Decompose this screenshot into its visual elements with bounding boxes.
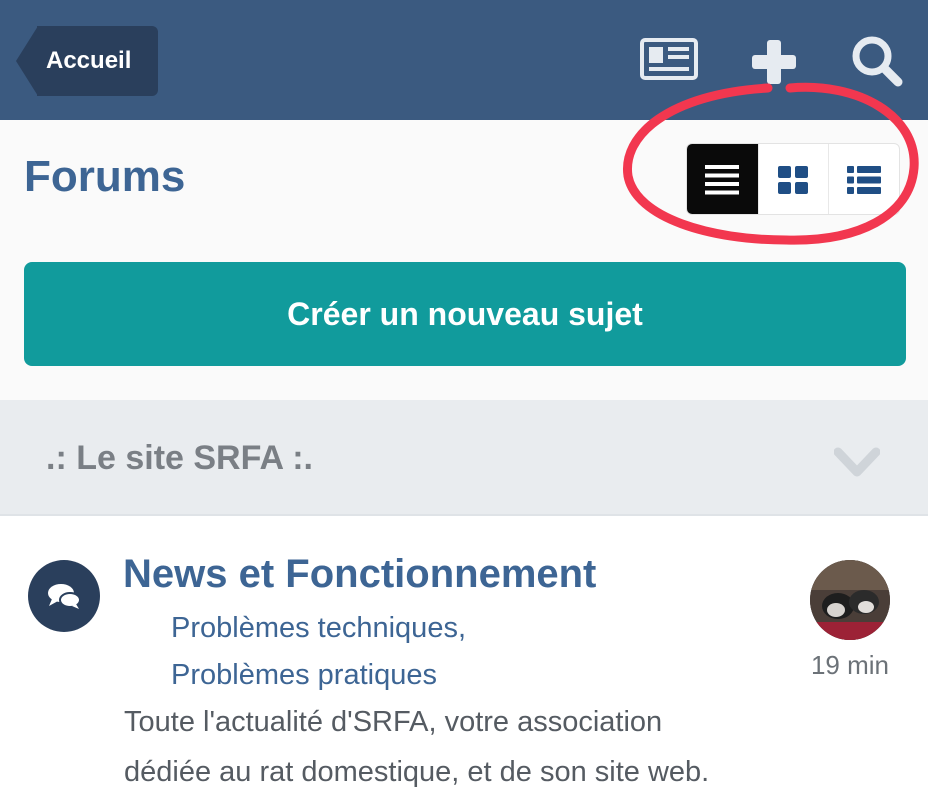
category-header[interactable]: .: Le site SRFA :. <box>0 400 928 516</box>
back-button-label: Accueil <box>46 47 132 74</box>
subforum-link[interactable]: Problèmes pratiques <box>171 659 437 692</box>
view-toggle-group <box>686 143 900 215</box>
search-icon[interactable] <box>846 30 910 94</box>
plus-icon[interactable] <box>742 30 806 94</box>
forum-description-line: Toute l'actualité d'SRFA, votre associat… <box>124 706 663 738</box>
back-button-arrow <box>16 26 38 96</box>
last-post-time: 19 min <box>810 650 890 680</box>
table-view-icon <box>705 165 740 195</box>
forum-chat-icon <box>28 560 100 632</box>
top-header: Accueil <box>0 0 928 120</box>
grid-view-icon <box>778 166 809 194</box>
newspaper-icon[interactable] <box>637 30 701 94</box>
table-view-button[interactable] <box>687 144 759 214</box>
forum-description-line: dédiée au rat domestique, et de son site… <box>124 756 710 788</box>
category-title: .: Le site SRFA :. <box>46 439 314 477</box>
back-button[interactable]: Accueil <box>16 26 158 96</box>
list-view-icon <box>847 166 881 194</box>
forum-title-link[interactable]: News et Fonctionnement <box>123 552 596 597</box>
page-title: Forums <box>24 152 186 201</box>
create-topic-button[interactable]: Créer un nouveau sujet <box>24 262 906 366</box>
avatar[interactable] <box>810 560 890 640</box>
subforum-link[interactable]: Problèmes techniques, <box>171 612 466 645</box>
grid-view-button[interactable] <box>759 144 829 214</box>
list-view-button[interactable] <box>829 144 899 214</box>
chevron-down-icon[interactable] <box>834 442 880 482</box>
